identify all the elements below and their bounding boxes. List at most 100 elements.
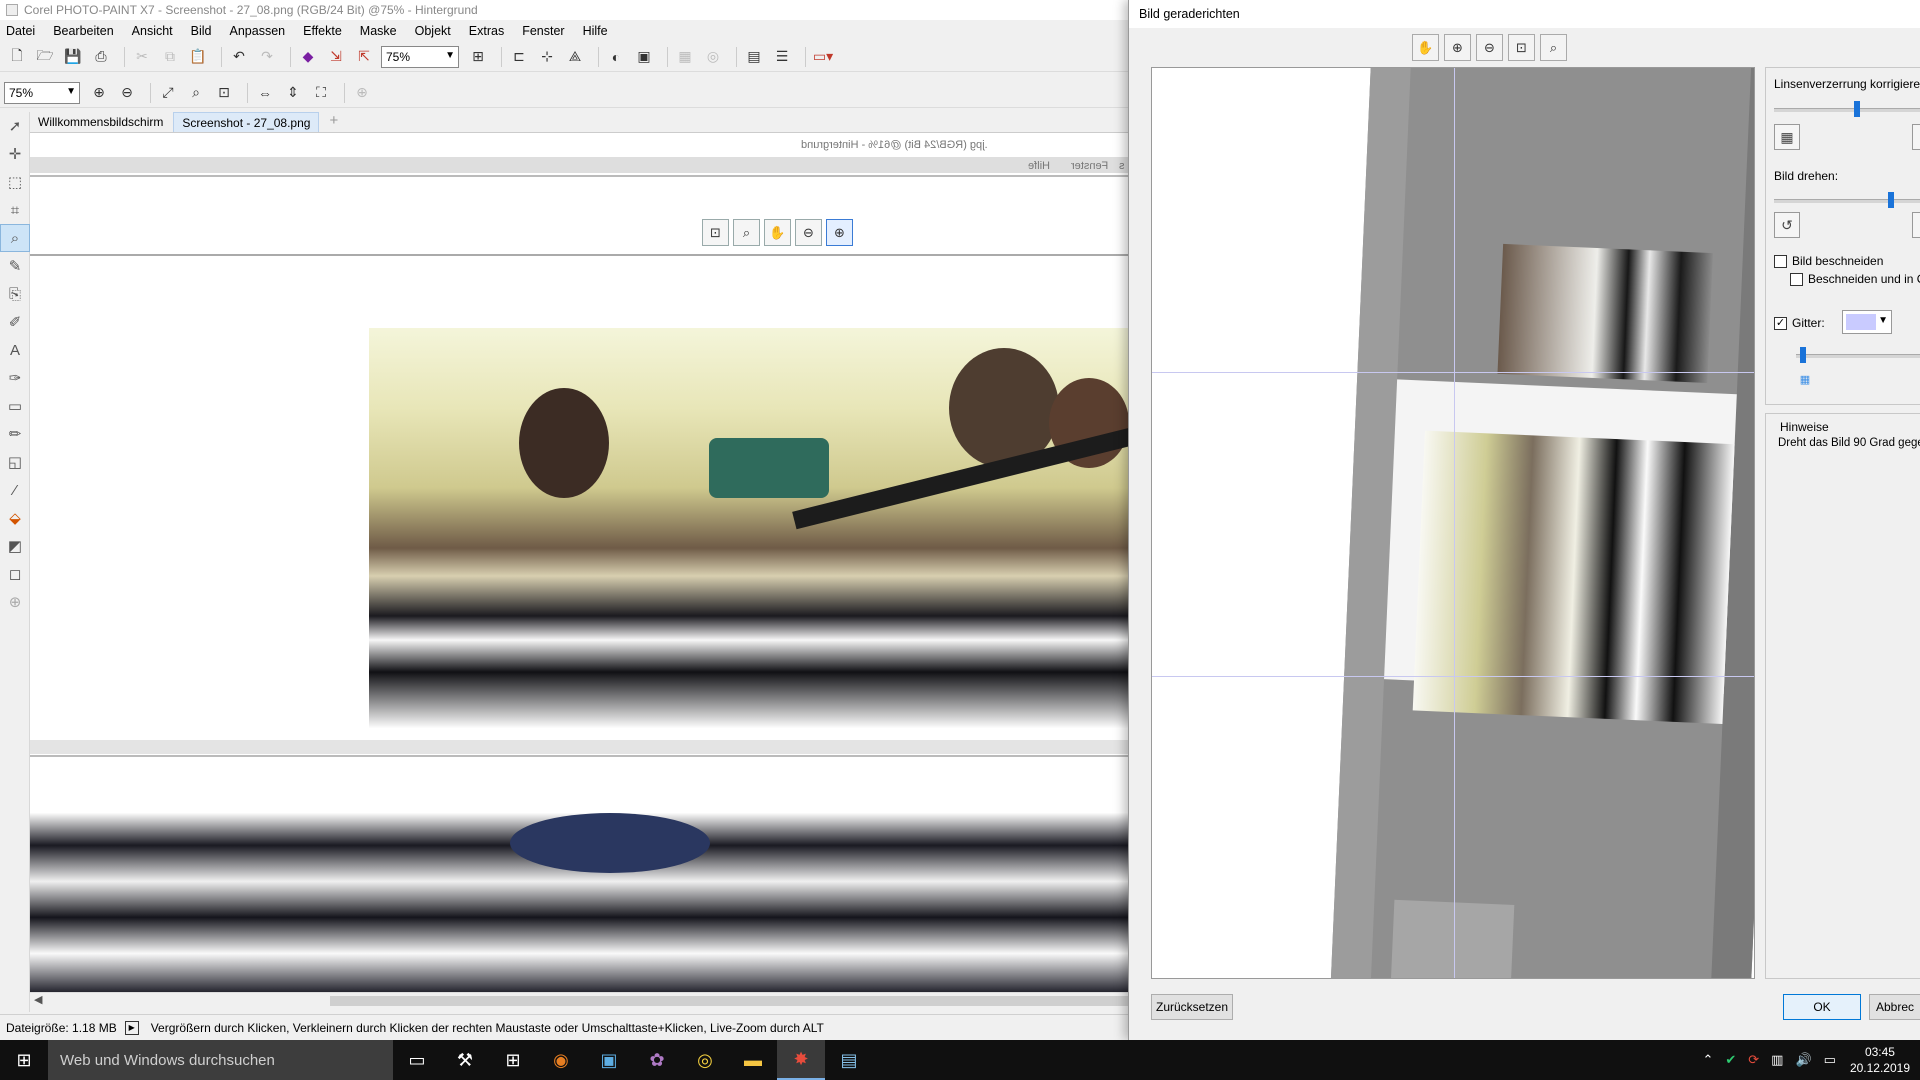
taskbar-search[interactable]: Web und Windows durchsuchen: [48, 1040, 393, 1080]
update-icon[interactable]: ⟳: [1748, 1052, 1759, 1068]
menu-objekt[interactable]: Objekt: [415, 24, 451, 38]
zoom-out-icon[interactable]: ⊖: [1476, 34, 1503, 61]
launcher-icon[interactable]: ◆: [297, 46, 319, 68]
rectangle-tool-icon[interactable]: ▭: [0, 392, 30, 420]
clock[interactable]: 03:45 20.12.2019: [1850, 1044, 1910, 1076]
zoom-width-icon[interactable]: ⇔: [254, 82, 276, 104]
fill-tool-icon[interactable]: ⬙: [0, 504, 30, 532]
horizontal-scrollbar[interactable]: ◀: [30, 992, 1128, 1008]
cut-icon[interactable]: ✂: [131, 46, 153, 68]
mask-tool-icon[interactable]: ⬚: [0, 168, 30, 196]
snap-icon[interactable]: ⟁: [564, 46, 586, 68]
paste-icon[interactable]: 📋: [187, 46, 209, 68]
ok-button[interactable]: OK: [1783, 994, 1861, 1020]
menu-extras[interactable]: Extras: [469, 24, 504, 38]
zoom-level-select[interactable]: 75% ▼: [381, 45, 459, 68]
network-icon[interactable]: ▥: [1771, 1052, 1783, 1068]
zoom-height-icon[interactable]: ⇕: [282, 82, 304, 104]
menu-maske[interactable]: Maske: [360, 24, 397, 38]
export-icon[interactable]: ⇱: [353, 46, 375, 68]
rotate-slider[interactable]: [1774, 192, 1920, 208]
color-swatch-icon[interactable]: ◩: [0, 532, 30, 560]
grid-checkbox[interactable]: ✓: [1774, 317, 1787, 330]
corel-photopaint-icon[interactable]: ✸: [777, 1040, 825, 1080]
zoom-selected-icon[interactable]: ⤢: [157, 82, 179, 104]
grid-size-slider[interactable]: [1796, 347, 1920, 363]
add-icon[interactable]: ⊕: [351, 82, 373, 104]
effect-tool-icon[interactable]: ✏: [0, 420, 30, 448]
image-canvas[interactable]: .jpg (RGB/24 Bit) @61% - Hintergrund s F…: [30, 132, 1128, 992]
lens-distortion-slider[interactable]: [1774, 101, 1920, 117]
zoom-in-icon[interactable]: ⊕: [88, 82, 110, 104]
zoom-all-icon[interactable]: ⛶: [310, 82, 332, 104]
menu-hilfe[interactable]: Hilfe: [583, 24, 608, 38]
app-icon-paint[interactable]: ✿: [633, 1040, 681, 1080]
new-icon[interactable]: 🗋: [6, 46, 28, 68]
grid-small-icon[interactable]: ▦: [1796, 370, 1814, 388]
task-view-icon[interactable]: ▭: [393, 1040, 441, 1080]
menu-bild[interactable]: Bild: [191, 24, 212, 38]
rotate-cw-icon[interactable]: [1912, 212, 1920, 238]
transform-tool-icon[interactable]: ✛: [0, 140, 30, 168]
shape-tool-icon[interactable]: ◱: [0, 448, 30, 476]
text-tool-icon[interactable]: A: [0, 336, 30, 364]
menu-effekte[interactable]: Effekte: [303, 24, 342, 38]
zoom-in-icon[interactable]: ⊕: [1444, 34, 1471, 61]
crop-checkbox[interactable]: [1774, 255, 1787, 268]
volume-icon[interactable]: 🔊: [1795, 1052, 1811, 1068]
zoom-100-icon[interactable]: ⌕: [185, 82, 207, 104]
import-icon[interactable]: ⇲: [325, 46, 347, 68]
print-icon[interactable]: ⎙: [90, 46, 112, 68]
menu-bearbeiten[interactable]: Bearbeiten: [53, 24, 113, 38]
start-button[interactable]: ⊞: [0, 1040, 48, 1080]
tray-expand-icon[interactable]: ⌃: [1702, 1052, 1713, 1068]
reset-button[interactable]: Zurücksetzen: [1151, 994, 1233, 1020]
fit-window-icon[interactable]: ⊞: [467, 46, 489, 68]
zoom-select[interactable]: 75% ▼: [4, 81, 80, 104]
tab-welcome[interactable]: Willkommensbildschirm: [30, 112, 171, 132]
scroll-thumb[interactable]: [330, 996, 1128, 1006]
save-icon[interactable]: 💾: [62, 46, 84, 68]
straighten-preview[interactable]: [1151, 67, 1755, 979]
crop-fit-checkbox[interactable]: [1790, 273, 1803, 286]
app-icon-media[interactable]: ◉: [537, 1040, 585, 1080]
slider-knob[interactable]: [1800, 347, 1806, 363]
object-icon[interactable]: ▦: [674, 46, 696, 68]
clone-tool-icon[interactable]: ⎘: [0, 280, 30, 308]
menu-fenster[interactable]: Fenster: [522, 24, 564, 38]
zoom-100-icon[interactable]: ⌕: [1540, 34, 1567, 61]
copy-icon[interactable]: ⧉: [159, 46, 181, 68]
security-icon[interactable]: ✔: [1725, 1052, 1736, 1068]
display-options-icon[interactable]: ▭▾: [812, 46, 834, 68]
zoom-tool-icon[interactable]: ⌕: [0, 224, 30, 252]
mask-overlay-icon[interactable]: ▣: [633, 46, 655, 68]
eyedropper-icon[interactable]: ⁄: [0, 476, 30, 504]
grid-pattern-alt-icon[interactable]: [1912, 124, 1920, 150]
file-explorer-icon[interactable]: ▬: [729, 1040, 777, 1080]
zoom-out-icon[interactable]: ⊖: [116, 82, 138, 104]
open-icon[interactable]: 🗁: [34, 46, 56, 68]
grid-pattern-icon[interactable]: ▦: [1774, 124, 1800, 150]
cancel-button[interactable]: Abbrec: [1869, 994, 1920, 1020]
zoom-fit-icon[interactable]: ⊡: [213, 82, 235, 104]
app-icon-tools[interactable]: ⚒: [441, 1040, 489, 1080]
menu-anpassen[interactable]: Anpassen: [230, 24, 286, 38]
redeye-tool-icon[interactable]: ✎: [0, 252, 30, 280]
undo-icon[interactable]: ↶: [228, 46, 250, 68]
add-tool-icon[interactable]: ⊕: [0, 588, 30, 616]
redo-icon[interactable]: ↷: [256, 46, 278, 68]
fit-icon[interactable]: ⊡: [1508, 34, 1535, 61]
guidelines-icon[interactable]: ⊹: [536, 46, 558, 68]
options-icon[interactable]: ☰: [771, 46, 793, 68]
hand-icon[interactable]: ✋: [1412, 34, 1439, 61]
paint-tool-icon[interactable]: ✑: [0, 364, 30, 392]
scroll-left-icon[interactable]: ◀: [34, 993, 42, 1006]
chrome-icon[interactable]: ◎: [681, 1040, 729, 1080]
add-tab-icon[interactable]: +: [321, 112, 346, 132]
app-icon-window[interactable]: ▤: [825, 1040, 873, 1080]
tab-screenshot[interactable]: Screenshot - 27_08.png: [173, 112, 320, 132]
crop-tool-icon[interactable]: ⌗: [0, 196, 30, 224]
menu-datei[interactable]: Datei: [6, 24, 35, 38]
notification-icon[interactable]: ▭: [1824, 1052, 1836, 1068]
rulers-icon[interactable]: ⊏: [508, 46, 530, 68]
